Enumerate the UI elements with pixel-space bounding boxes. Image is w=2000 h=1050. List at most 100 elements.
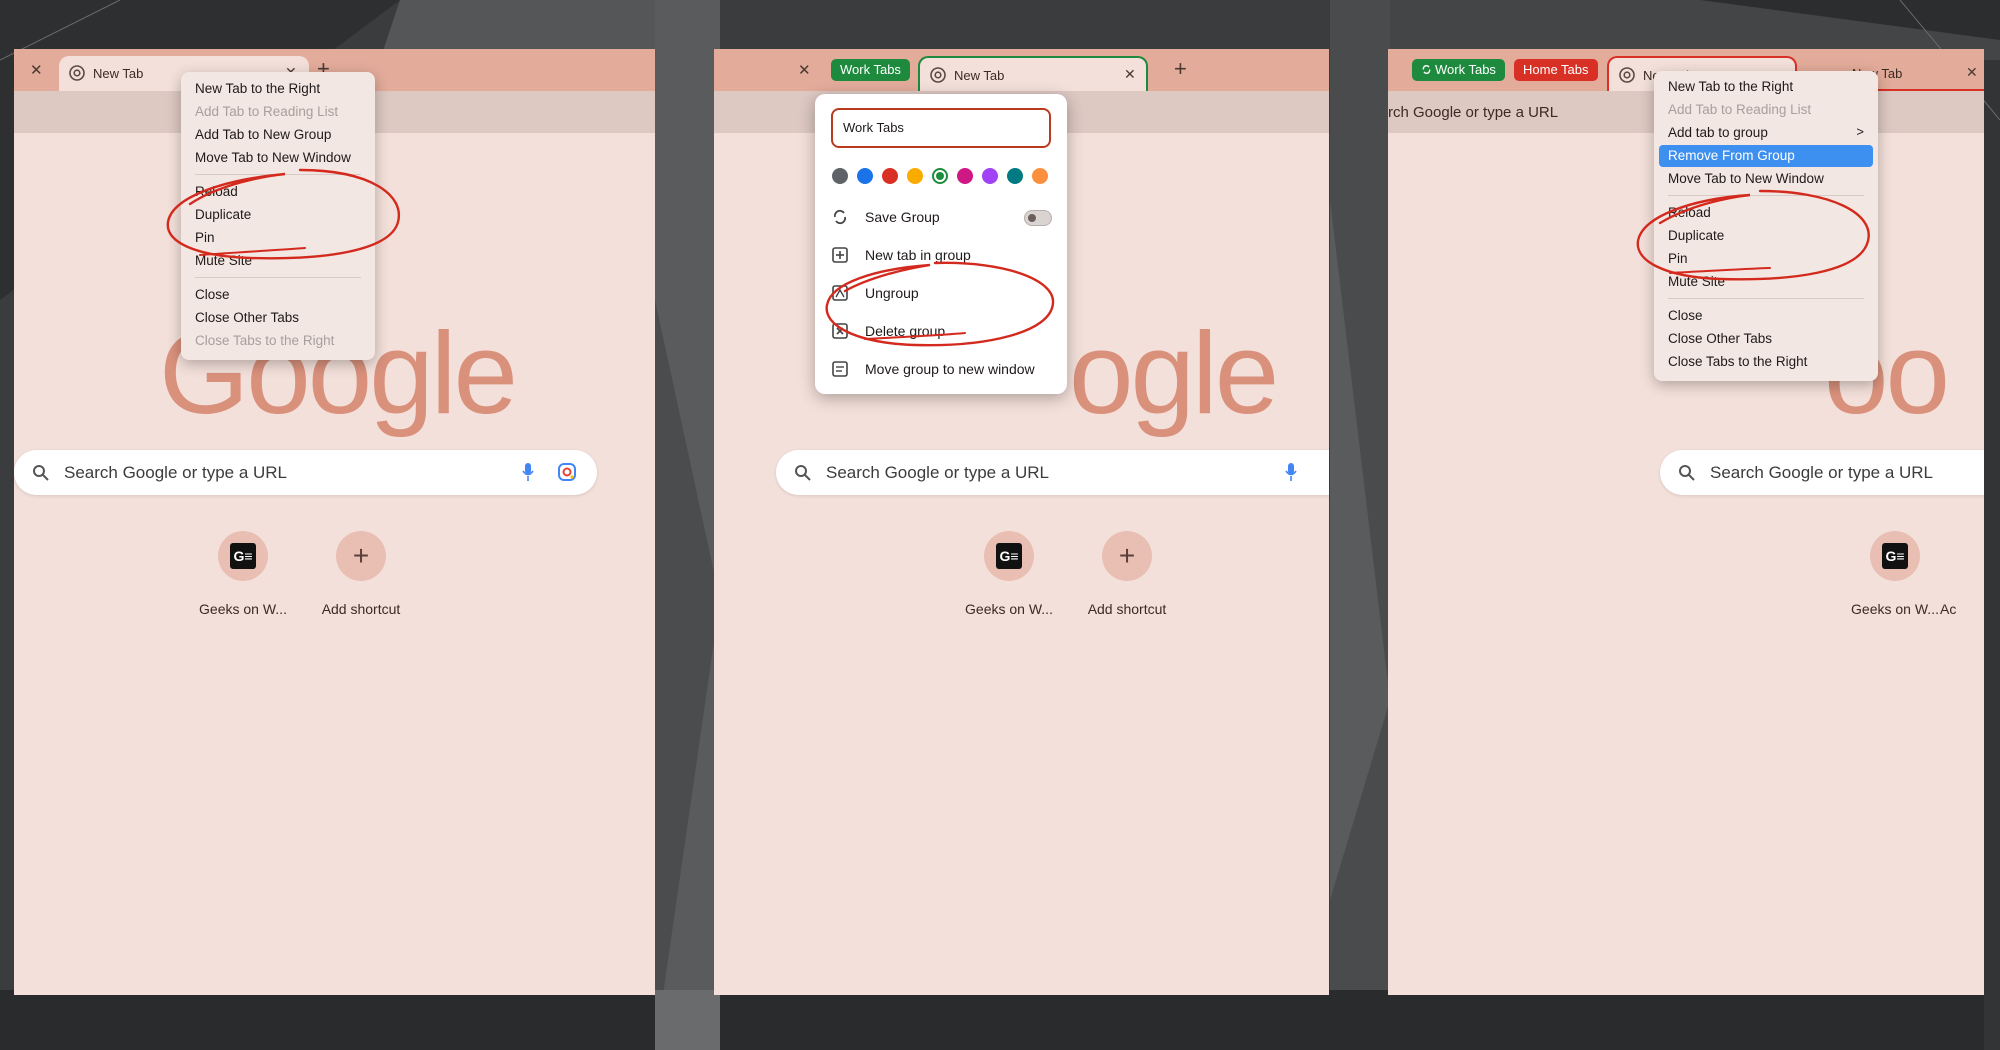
geeks-favicon-icon: G≡ xyxy=(1882,543,1908,569)
shortcut-geeks[interactable]: G≡ Geeks on W... xyxy=(949,531,1069,617)
tab-new-tab[interactable]: New Tab ✕ xyxy=(918,56,1148,91)
menu-item-move-new-window[interactable]: Move Tab to New Window xyxy=(195,150,351,165)
geeks-favicon-icon: G≡ xyxy=(996,543,1022,569)
group-chip-work-tabs[interactable]: Work Tabs xyxy=(831,59,910,81)
menu-item-reload[interactable]: Reload xyxy=(195,184,238,199)
menu-item-close-right[interactable]: Close Tabs to the Right xyxy=(1668,354,1807,369)
menu-item-add-reading-list: Add Tab to Reading List xyxy=(1668,102,1812,117)
group-name-input[interactable]: Work Tabs xyxy=(831,108,1051,148)
menu-item-pin[interactable]: Pin xyxy=(195,230,215,245)
delete-group-icon xyxy=(832,323,848,339)
menu-item-reload[interactable]: Reload xyxy=(1668,205,1711,220)
search-box[interactable]: Search Google or type a URL xyxy=(1660,450,1984,495)
search-icon xyxy=(1679,465,1695,481)
save-group-icon xyxy=(833,209,847,225)
plus-icon: + xyxy=(1118,540,1136,571)
group-chip-work-tabs[interactable]: Work Tabs xyxy=(1412,59,1505,81)
google-logo: ogle xyxy=(1069,308,1279,438)
save-group-icon xyxy=(1422,64,1431,75)
tab-context-menu: New Tab to the Right Add Tab to Reading … xyxy=(181,72,375,360)
microphone-icon[interactable] xyxy=(1284,462,1298,482)
tab-group-editor: Work Tabs Save Group New tab in group Un… xyxy=(815,94,1067,394)
menu-item-add-reading-list: Add Tab to Reading List xyxy=(195,104,339,119)
shortcut-add[interactable]: + Add shortcut xyxy=(301,531,421,617)
menu-item-close-other[interactable]: Close Other Tabs xyxy=(1668,331,1772,346)
search-placeholder: Search Google or type a URL xyxy=(64,463,288,482)
shortcut-icon-circle: G≡ xyxy=(218,531,268,581)
address-text: rch Google or type a URL xyxy=(1388,104,1559,121)
menu-item-new-tab-right[interactable]: New Tab to the Right xyxy=(1668,79,1793,94)
menu-item-close[interactable]: Close xyxy=(1668,308,1703,323)
close-tab-icon[interactable]: ✕ xyxy=(798,61,811,79)
shortcut-label: Geeks on W... xyxy=(965,601,1053,617)
menu-item-duplicate[interactable]: Duplicate xyxy=(195,207,251,222)
tab-close-icon[interactable]: ✕ xyxy=(1966,64,1978,81)
search-box[interactable]: Search Google or type a URL xyxy=(14,450,597,495)
menu-item-mute-site[interactable]: Mute Site xyxy=(1668,274,1725,289)
shortcut-add[interactable]: Ac xyxy=(1940,531,1984,617)
geeks-favicon-icon: G≡ xyxy=(230,543,256,569)
new-tab-plus-icon[interactable]: + xyxy=(1174,56,1187,82)
group-menu-delete-group[interactable]: Delete group xyxy=(865,323,945,339)
menu-separator xyxy=(195,277,361,278)
ungroup-icon xyxy=(832,285,848,301)
group-menu-ungroup[interactable]: Ungroup xyxy=(865,285,919,301)
group-menu-save-group[interactable]: Save Group xyxy=(865,209,940,225)
tab-close-icon[interactable]: ✕ xyxy=(1124,66,1136,83)
color-swatch-pink[interactable] xyxy=(957,168,973,184)
color-swatch-yellow[interactable] xyxy=(907,168,923,184)
menu-item-close-other[interactable]: Close Other Tabs xyxy=(195,310,299,325)
color-swatch-blue[interactable] xyxy=(857,168,873,184)
group-chip-label: Work Tabs xyxy=(1435,62,1496,77)
menu-item-remove-from-group[interactable]: Remove From Group xyxy=(1668,148,1795,163)
shortcut-icon-circle: G≡ xyxy=(1870,531,1920,581)
menu-item-move-new-window[interactable]: Move Tab to New Window xyxy=(1668,171,1824,186)
search-icon xyxy=(795,465,811,481)
tab-context-menu: New Tab to the Right Add Tab to Reading … xyxy=(1654,71,1878,381)
menu-item-pin[interactable]: Pin xyxy=(1668,251,1688,266)
shortcut-label: Geeks on W... xyxy=(199,601,287,617)
search-icon xyxy=(33,465,49,481)
color-swatch-grey[interactable] xyxy=(832,168,848,184)
close-tab-icon[interactable]: ✕ xyxy=(30,61,43,79)
menu-item-new-tab-right[interactable]: New Tab to the Right xyxy=(195,81,320,96)
save-group-toggle[interactable] xyxy=(1024,210,1052,226)
group-menu-new-tab[interactable]: New tab in group xyxy=(865,247,971,263)
submenu-arrow-icon: > xyxy=(1856,124,1864,139)
shortcut-label: Ac xyxy=(1940,601,1957,617)
search-placeholder: Search Google or type a URL xyxy=(1710,463,1934,482)
menu-item-add-new-group[interactable]: Add Tab to New Group xyxy=(195,127,331,142)
shortcut-icon-circle: + xyxy=(1102,531,1152,581)
google-lens-icon[interactable] xyxy=(557,462,577,482)
shortcut-icon-circle: G≡ xyxy=(984,531,1034,581)
menu-item-duplicate[interactable]: Duplicate xyxy=(1668,228,1724,243)
shortcut-label: Add shortcut xyxy=(1087,601,1167,617)
new-tab-in-group-icon xyxy=(832,247,848,263)
color-swatch-red[interactable] xyxy=(882,168,898,184)
shortcut-add[interactable]: + Add shortcut xyxy=(1067,531,1187,617)
tab-title: New Tab xyxy=(93,66,144,81)
color-swatch-purple[interactable] xyxy=(982,168,998,184)
menu-item-close[interactable]: Close xyxy=(195,287,230,302)
group-chip-home-tabs[interactable]: Home Tabs xyxy=(1514,59,1598,81)
group-menu-move-group[interactable]: Move group to new window xyxy=(865,361,1035,377)
shortcut-geeks[interactable]: G≡ Geeks on W... xyxy=(183,531,303,617)
chrome-icon xyxy=(69,65,85,81)
menu-item-close-right: Close Tabs to the Right xyxy=(195,333,335,348)
tab-title: New Tab xyxy=(954,68,1005,83)
shortcut-geeks[interactable]: G≡ Geeks on W... xyxy=(1835,531,1955,617)
plus-icon: + xyxy=(352,540,370,571)
microphone-icon[interactable] xyxy=(521,462,535,482)
shortcut-label: Add shortcut xyxy=(321,601,401,617)
menu-separator xyxy=(195,174,361,175)
menu-separator xyxy=(1668,195,1864,196)
menu-separator xyxy=(1668,298,1864,299)
menu-item-add-to-group[interactable]: Add tab to group xyxy=(1668,125,1768,140)
color-swatch-cyan[interactable] xyxy=(1007,168,1023,184)
shortcut-label: Geeks on W... xyxy=(1851,601,1939,617)
menu-item-mute-site[interactable]: Mute Site xyxy=(195,253,252,268)
color-swatch-green-selected[interactable] xyxy=(932,168,948,184)
search-box[interactable]: Search Google or type a URL xyxy=(776,450,1329,495)
chrome-icon xyxy=(1619,67,1635,83)
color-swatch-orange[interactable] xyxy=(1032,168,1048,184)
